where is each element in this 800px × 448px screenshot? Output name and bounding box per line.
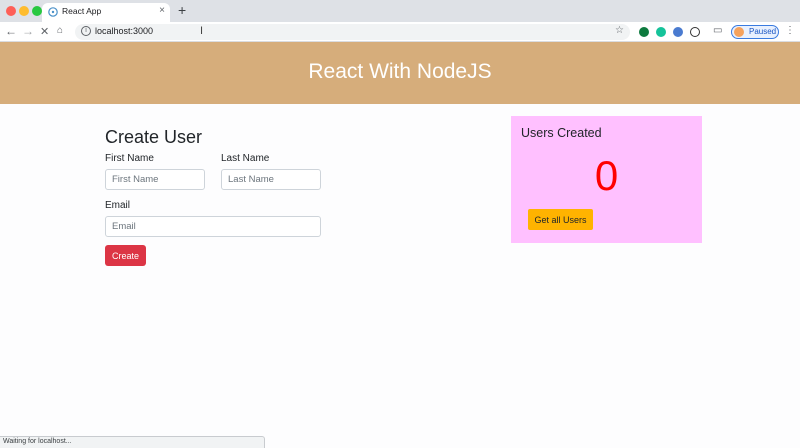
first-name-label: First Name (105, 153, 154, 164)
new-tab-button[interactable]: + (178, 2, 186, 18)
address-bar[interactable]: i localhost:3000 I ☆ (75, 24, 630, 40)
react-logo-icon (48, 7, 58, 17)
users-count: 0 (594, 152, 619, 199)
form-title: Create User (105, 127, 203, 147)
browser-toolbar: ← → ✕ ⌂ i localhost:3000 I ☆ ▭ Paused ⋮ (0, 22, 800, 42)
extension-grammarly-icon[interactable] (656, 27, 666, 37)
profile-status-label: Paused (749, 27, 777, 36)
back-arrow-icon[interactable]: ← (5, 24, 17, 38)
last-name-label: Last Name (221, 153, 270, 164)
browser-tab[interactable]: React App × (42, 3, 170, 22)
last-name-input[interactable] (221, 169, 321, 190)
email-label: Email (105, 200, 131, 211)
profile-button[interactable]: Paused (731, 25, 779, 39)
stop-loading-icon[interactable]: ✕ (40, 25, 49, 38)
window-maximize-button[interactable] (32, 6, 42, 16)
extension-blocker-icon[interactable] (690, 27, 700, 37)
status-text: Waiting for localhost... (3, 438, 72, 445)
extension-shield-icon[interactable] (639, 27, 649, 37)
users-created-title: Users Created (521, 126, 602, 140)
more-vert-icon[interactable]: ⋮ (785, 25, 795, 36)
create-button[interactable]: Create (105, 245, 146, 266)
page-title: React With NodeJS (308, 60, 492, 83)
tab-close-icon[interactable]: × (159, 5, 165, 16)
window-minimize-button[interactable] (19, 6, 29, 16)
home-icon[interactable]: ⌂ (57, 25, 63, 36)
first-name-input[interactable] (105, 169, 205, 190)
avatar (734, 27, 744, 37)
forward-arrow-icon[interactable]: → (22, 24, 34, 38)
extension-blue-icon[interactable] (673, 27, 683, 37)
tab-title: React App (62, 6, 102, 16)
browser-status-bar: Waiting for localhost... (0, 436, 265, 448)
text-cursor-icon: I (200, 25, 204, 37)
browser-tab-strip: React App × + (0, 0, 800, 22)
window-close-button[interactable] (6, 6, 16, 16)
page-header: React With NodeJS (0, 42, 800, 104)
bookmark-star-icon[interactable]: ☆ (615, 25, 624, 36)
address-url[interactable]: localhost:3000 (95, 26, 153, 36)
email-input[interactable] (105, 216, 321, 237)
site-info-icon[interactable]: i (81, 26, 91, 36)
users-created-card: Users Created 0 Get all Users (511, 116, 702, 243)
get-all-users-button[interactable]: Get all Users (528, 209, 593, 230)
cast-icon[interactable]: ▭ (713, 25, 722, 36)
